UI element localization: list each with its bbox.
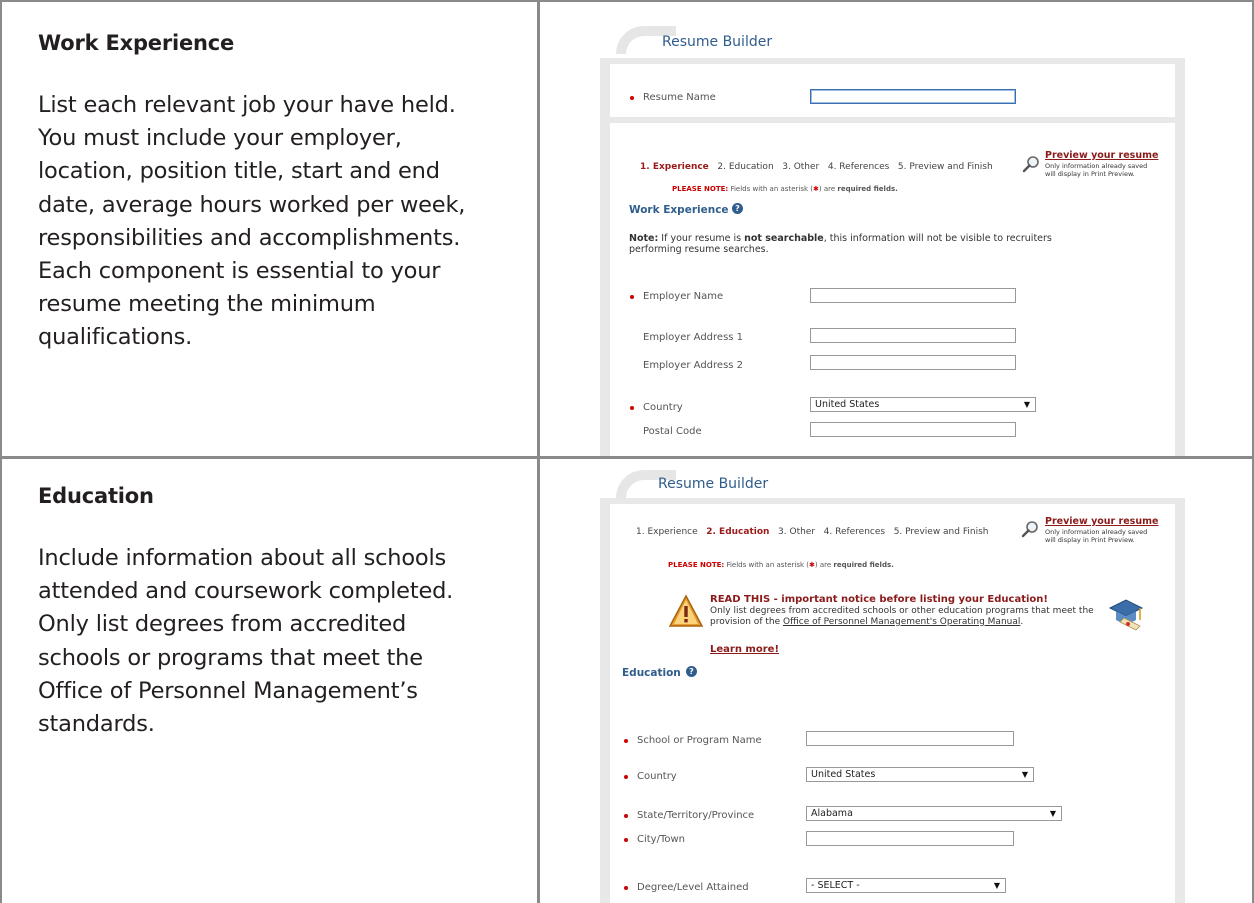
app-title: Resume Builder [662,34,773,50]
step-nav: 1. Experience 2. Education 3. Other 4. R… [640,162,993,172]
notice-body: Only list degrees from accredited school… [710,606,1094,627]
country-label: Country [643,402,683,413]
warning-icon [668,594,704,627]
magnifier-icon[interactable] [1021,154,1041,174]
searchability-note: Note: If your resume is not searchable, … [629,233,1052,255]
step-experience[interactable]: 1. Experience [640,162,709,172]
dropdown-arrow-icon: ▼ [1023,400,1030,409]
required-marker [624,838,628,842]
step-other[interactable]: 3. Other [782,162,819,172]
employer-address1-label: Employer Address 1 [643,332,744,343]
preview-note: Only information already saved will disp… [1045,162,1148,178]
resume-name-input[interactable] [810,89,1016,104]
education-description: Include information about all schools at… [38,545,454,738]
postal-code-label: Postal Code [643,426,702,437]
column-divider [537,0,540,903]
employer-address2-input[interactable] [810,355,1016,370]
notice-title: READ THIS - important notice before list… [710,594,1048,605]
help-icon[interactable]: ? [686,666,697,677]
degree-label: Degree/Level Attained [637,882,749,893]
top-border [0,0,1254,2]
step-preview-finish[interactable]: 5. Preview and Finish [894,527,989,537]
row-divider [0,456,1254,459]
employer-name-label: Employer Name [643,291,724,302]
work-experience-cell: Work Experience List each relevant job y… [38,31,478,355]
step-experience[interactable]: 1. Experience [636,527,698,537]
school-name-input[interactable] [806,731,1014,746]
employer-address1-input[interactable] [810,328,1016,343]
required-marker [630,295,634,299]
preview-resume-link[interactable]: Preview your resume [1045,150,1158,161]
app-title: Resume Builder [658,476,769,492]
required-marker [624,886,628,890]
section-heading: Education [622,667,681,679]
graduation-cap-icon [1108,599,1144,631]
required-marker [624,814,628,818]
magnifier-icon[interactable] [1020,519,1040,539]
country-label: Country [637,771,677,782]
preview-resume-link[interactable]: Preview your resume [1045,516,1158,527]
dropdown-arrow-icon: ▼ [1021,770,1028,779]
required-marker [624,775,628,779]
step-education[interactable]: 2. Education [706,527,769,537]
postal-code-input[interactable] [810,422,1016,437]
required-fields-note: PLEASE NOTE: Fields with an asterisk (✱)… [668,561,894,569]
country-select[interactable]: United States ▼ [806,767,1034,782]
education-cell: Education Include information about all … [38,484,478,741]
section-heading: Work Experience [629,204,729,216]
country-select[interactable]: United States ▼ [810,397,1036,412]
state-label: State/Territory/Province [637,810,755,821]
step-nav: 1. Experience 2. Education 3. Other 4. R… [636,527,988,537]
required-marker [624,739,628,743]
required-fields-note: PLEASE NOTE: Fields with an asterisk (✱)… [672,185,898,193]
step-references[interactable]: 4. References [828,162,889,172]
required-marker [630,406,634,410]
work-experience-title: Work Experience [38,31,235,55]
resume-builder-education-screenshot: Resume Builder 1. Experience 2. Educatio… [600,464,1190,903]
help-icon[interactable]: ? [732,203,743,214]
resume-name-label: Resume Name [643,92,716,103]
step-other[interactable]: 3. Other [778,527,815,537]
city-input[interactable] [806,831,1014,846]
learn-more-link[interactable]: Learn more! [710,644,779,655]
degree-select[interactable]: - SELECT - ▼ [806,878,1006,893]
left-border [0,0,2,903]
city-label: City/Town [637,834,686,845]
dropdown-arrow-icon: ▼ [1049,809,1056,818]
school-name-label: School or Program Name [637,735,762,746]
resume-builder-experience-screenshot: Resume Builder Resume Name 1. Experience… [600,20,1190,456]
step-education[interactable]: 2. Education [717,162,773,172]
step-references[interactable]: 4. References [824,527,885,537]
employer-address2-label: Employer Address 2 [643,360,744,371]
opm-manual-link[interactable]: Office of Personnel Management's Operati… [783,617,1020,627]
step-preview-finish[interactable]: 5. Preview and Finish [898,162,993,172]
education-title: Education [38,484,154,508]
required-marker [630,96,634,100]
state-select[interactable]: Alabama ▼ [806,806,1062,821]
dropdown-arrow-icon: ▼ [993,881,1000,890]
work-experience-description: List each relevant job your have held. Y… [38,92,466,351]
employer-name-input[interactable] [810,288,1016,303]
preview-note: Only information already saved will disp… [1045,528,1148,544]
